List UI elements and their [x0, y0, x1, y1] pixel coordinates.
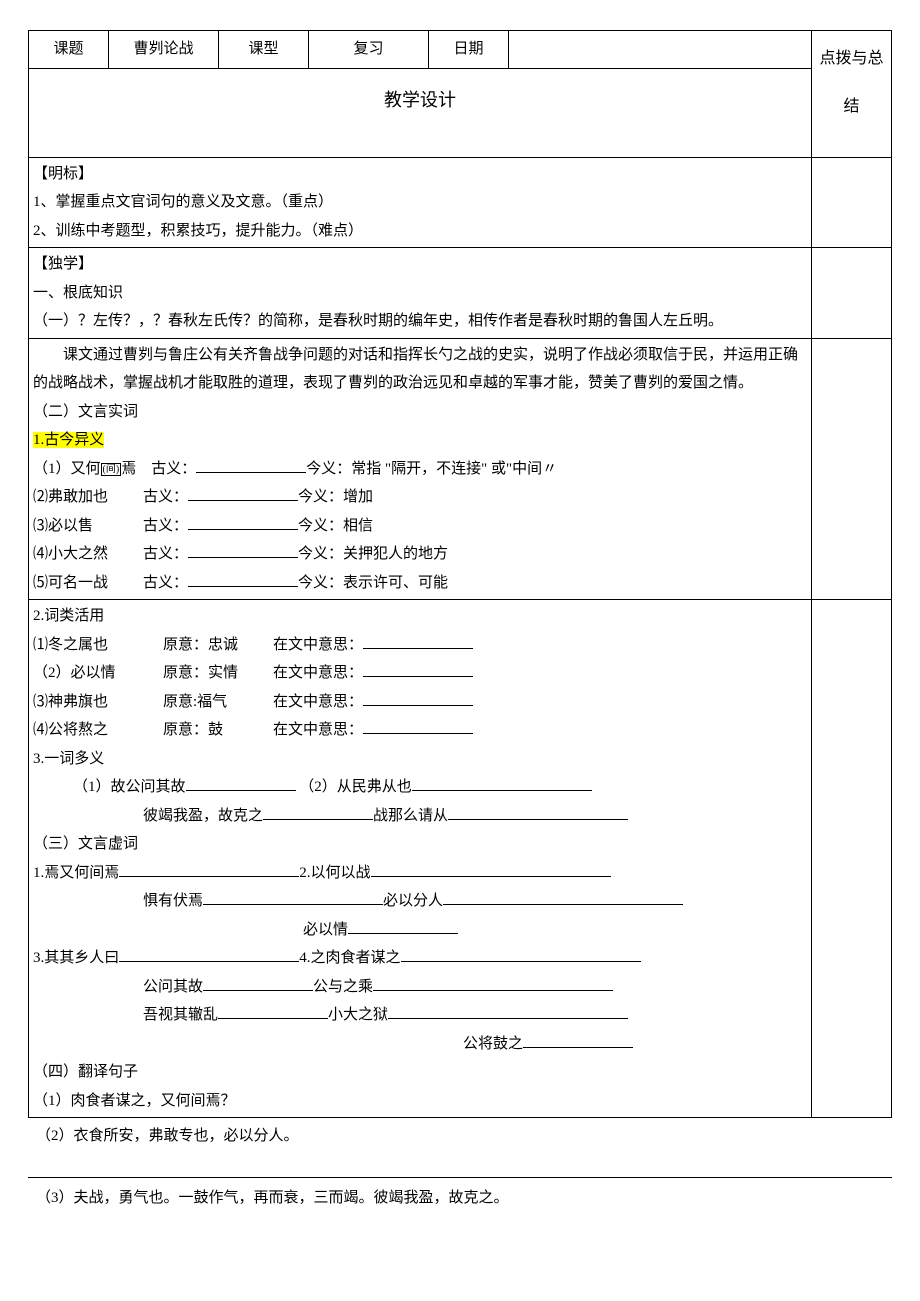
xuci-row-1: 1.焉又何间焉2.以何以战 [33, 859, 807, 888]
blank-field[interactable] [348, 918, 458, 934]
blank-field[interactable] [443, 889, 683, 905]
blank-field[interactable] [412, 775, 592, 791]
blank-field[interactable] [188, 514, 298, 530]
translate-heading: （四）翻译句子 [33, 1058, 807, 1087]
blank-field[interactable] [363, 690, 473, 706]
blank-field[interactable] [363, 633, 473, 649]
duoyi-heading: 3.一词多义 [33, 745, 807, 774]
xuci-row-4: 3.其其乡人曰4.之肉食者谋之 [33, 944, 807, 973]
gujin-item-4: ⑷小大之然古义：今义：关押犯人的地方 [33, 540, 807, 569]
blank-field[interactable] [388, 1003, 628, 1019]
gujin-heading: 1.古今异义 [33, 426, 807, 455]
date-value [509, 31, 812, 69]
side-cell [812, 248, 892, 339]
duoyi-row-1: （1）故公问其故 （2）从民弗从也 [33, 773, 807, 802]
lesson-table: 课题 曹刿论战 课型 复习 日期 点拨与总结 教学设计 【明标】 1、掌握重点文… [28, 30, 892, 1118]
duxue-heading: 【独学】 [33, 250, 807, 279]
gujin-item-2: ⑵弗敢加也古义：今义：增加 [33, 483, 807, 512]
mingbiao-cell: 【明标】 1、掌握重点文官词句的意义及文意。（重点） 2、训练中考题型，积累技巧… [29, 157, 812, 248]
cilei-heading: 2.词类活用 [33, 602, 807, 631]
blank-field[interactable] [363, 661, 473, 677]
mingbiao-p1: 1、掌握重点文官词句的意义及文意。（重点） [33, 188, 807, 217]
translate-1: （1）肉食者谋之，又何间焉？ [33, 1087, 807, 1116]
highlight-1: 1.古今异义 [33, 432, 104, 448]
blank-field[interactable] [523, 1032, 633, 1048]
blank-field[interactable] [188, 571, 298, 587]
gujin-item-3: ⑶必以售古义：今义：相信 [33, 512, 807, 541]
shici-heading: （二）文言实词 [33, 398, 807, 427]
side-cell [812, 157, 892, 248]
blank-field[interactable] [196, 457, 306, 473]
content-cell-2: 课文通过曹刿与鲁庄公有关齐鲁战争问题的对话和指挥长勺之战的史实，说明了作战必须取… [29, 338, 812, 600]
xuci-row-7: 公将鼓之 [33, 1030, 807, 1059]
header-row: 课题 曹刿论战 课型 复习 日期 点拨与总结 [29, 31, 892, 69]
divider-line [28, 1177, 892, 1178]
design-title: 教学设计 [29, 68, 812, 157]
mingbiao-heading: 【明标】 [33, 160, 807, 189]
blank-field[interactable] [371, 861, 611, 877]
blank-field[interactable] [188, 542, 298, 558]
blank-field[interactable] [263, 804, 373, 820]
xuci-row-2: 惧有伏焉必以分人 [33, 887, 807, 916]
blank-field[interactable] [448, 804, 628, 820]
blank-field[interactable] [373, 975, 613, 991]
text-summary: 课文通过曹刿与鲁庄公有关齐鲁战争问题的对话和指挥长勺之战的史实，说明了作战必须取… [33, 341, 807, 398]
xuci-row-5: 公问其故公与之乘 [33, 973, 807, 1002]
cilei-item-1: ⑴冬之属也原意：忠诚在文中意思： [33, 631, 807, 660]
blank-field[interactable] [119, 946, 299, 962]
duxue-intro-cell: 【独学】 一、根底知识 （一）？左传？，？春秋左氏传？的简称，是春秋时期的编年史… [29, 248, 812, 339]
date-label: 日期 [429, 31, 509, 69]
blank-field[interactable] [363, 718, 473, 734]
topic-value: 曹刿论战 [109, 31, 219, 69]
translate-2: （2）衣食所安，弗敢专也，必以分人。 [28, 1122, 892, 1151]
xuci-row-3: 必以情 [33, 916, 807, 945]
side-column-title: 点拨与总结 [812, 31, 892, 158]
blank-field[interactable] [203, 889, 383, 905]
type-value: 复习 [309, 31, 429, 69]
blank-field[interactable] [188, 485, 298, 501]
basics-heading: 一、根底知识 [33, 279, 807, 308]
blank-field[interactable] [186, 775, 296, 791]
side-cell [812, 600, 892, 1118]
cilei-item-3: ⑶神弗旗也原意:福气在文中意思： [33, 688, 807, 717]
cilei-item-4: ⑷公将熬之原意：鼓在文中意思： [33, 716, 807, 745]
content-cell-3: 2.词类活用 ⑴冬之属也原意：忠诚在文中意思： （2）必以情原意：实情在文中意思… [29, 600, 812, 1118]
side-cell [812, 338, 892, 600]
xuci-row-6: 吾视其辙乱小大之狱 [33, 1001, 807, 1030]
blank-field[interactable] [401, 946, 641, 962]
gujin-item-1: （1）又何(间)焉 古义：今义：常指 "隔开，不连接" 或"中间〃 [33, 455, 807, 484]
duoyi-row-2: 彼竭我盈，故克之战那么请从 [33, 802, 807, 831]
blank-field[interactable] [119, 861, 299, 877]
gujin-item-5: ⑸可名一战古义：今义：表示许可、可能 [33, 569, 807, 598]
jian-icon: (间) [101, 463, 122, 476]
mingbiao-p2: 2、训练中考题型，积累技巧，提升能力。（难点） [33, 217, 807, 246]
blank-field[interactable] [218, 1003, 328, 1019]
topic-label: 课题 [29, 31, 109, 69]
type-label: 课型 [219, 31, 309, 69]
cilei-item-2: （2）必以情原意：实情在文中意思： [33, 659, 807, 688]
xuci-heading: （三）文言虚词 [33, 830, 807, 859]
translate-3: （3）夫战，勇气也。一鼓作气，再而衰，三而竭。彼竭我盈，故克之。 [28, 1184, 892, 1213]
blank-field[interactable] [203, 975, 313, 991]
zuozhuan-intro: （一）？左传？，？春秋左氏传？的简称，是春秋时期的编年史，相传作者是春秋时期的鲁… [33, 307, 807, 336]
